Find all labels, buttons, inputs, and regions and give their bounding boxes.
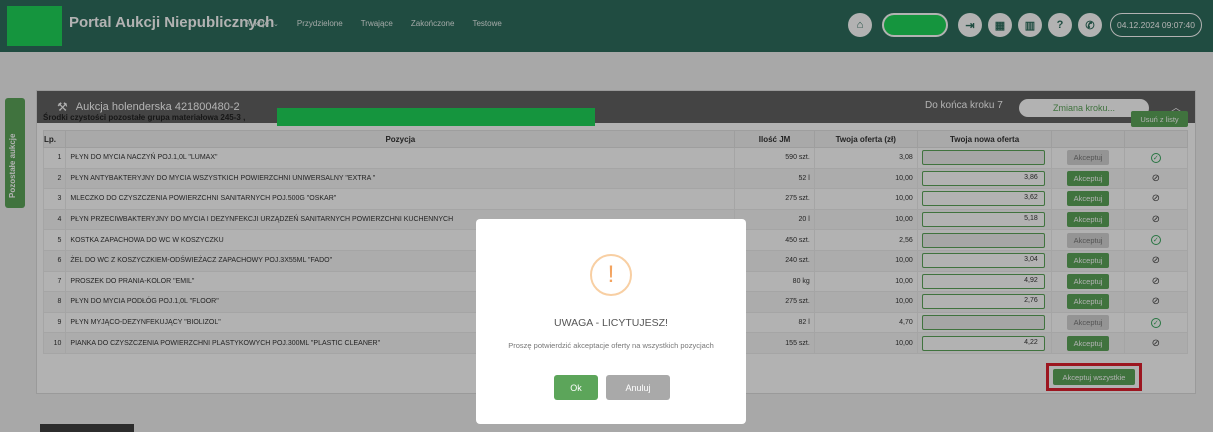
warning-icon: !: [590, 254, 632, 296]
dialog-title: UWAGA - LICYTUJESZ!: [554, 317, 668, 329]
confirm-dialog: ! UWAGA - LICYTUJESZ! Proszę potwierdzić…: [476, 219, 746, 424]
ok-button[interactable]: Ok: [554, 375, 598, 400]
dialog-message: Proszę potwierdzić akceptacje oferty na …: [508, 341, 714, 350]
cancel-button[interactable]: Anuluj: [606, 375, 670, 400]
